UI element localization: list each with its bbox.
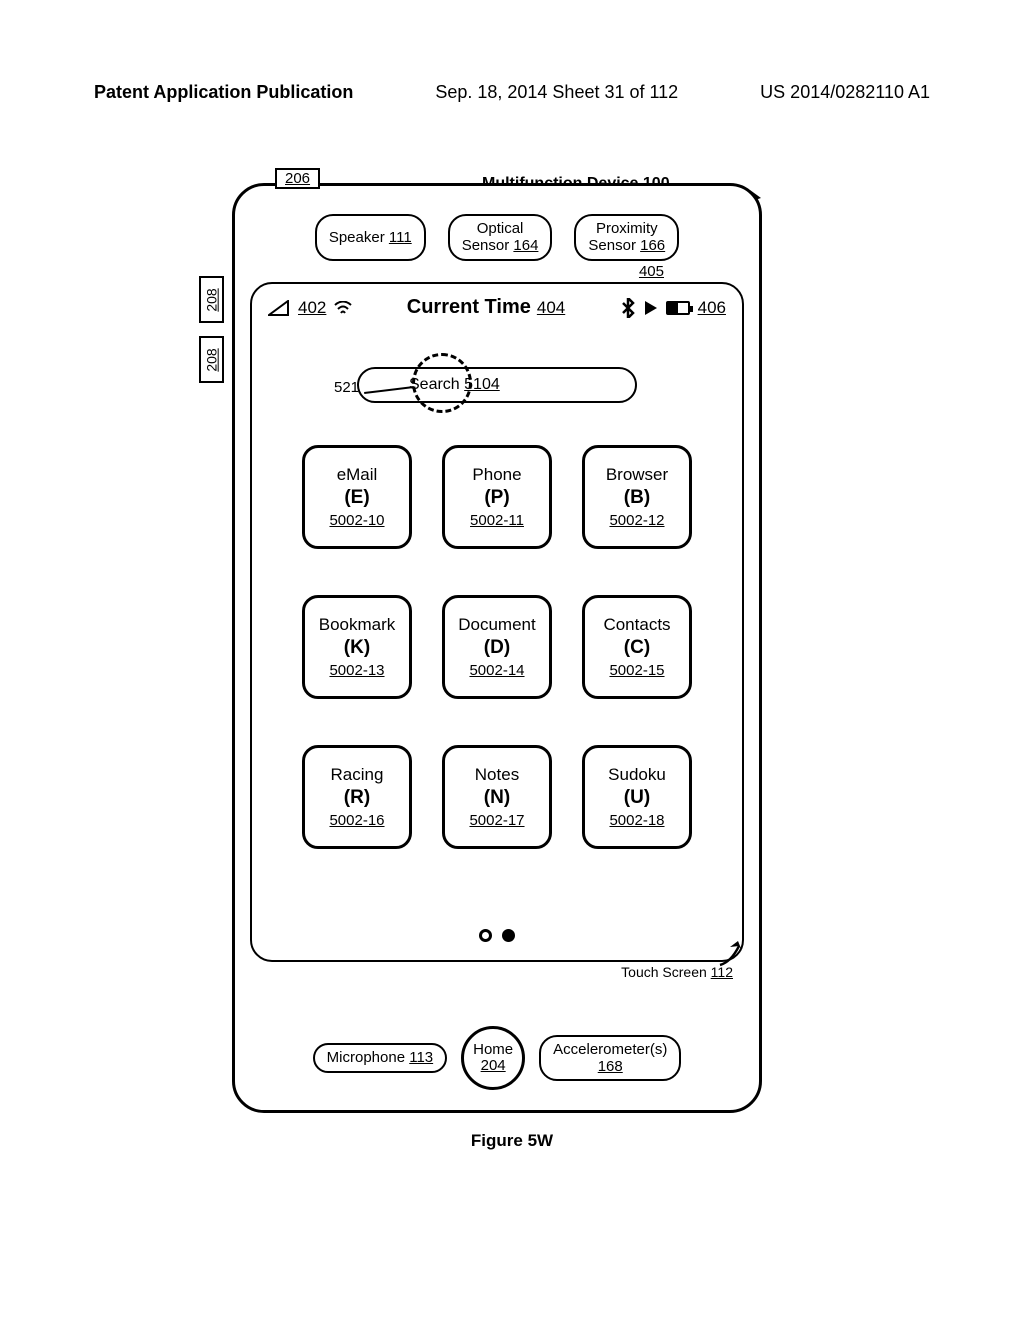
app-grid: eMail (E) 5002-10 Phone (P) 5002-11 Brow… (252, 445, 742, 849)
page-header: Patent Application Publication Sep. 18, … (0, 0, 1024, 103)
bottom-sensor-row: Microphone 113 Home 204 Accelerometer(s)… (235, 1026, 759, 1090)
home-button[interactable]: Home 204 (461, 1026, 525, 1090)
app-racing[interactable]: Racing (R) 5002-16 (302, 745, 412, 849)
play-icon (644, 300, 658, 316)
battery-icon (666, 301, 690, 315)
app-bookmark[interactable]: Bookmark (K) 5002-13 (302, 595, 412, 699)
speaker-pill: Speaker 111 (315, 214, 426, 261)
optical-sensor-pill: Optical Sensor 164 (448, 214, 553, 261)
search-row: 521 Search 5104 (252, 367, 742, 403)
app-notes[interactable]: Notes (N) 5002-17 (442, 745, 552, 849)
microphone-pill: Microphone 113 (313, 1043, 447, 1072)
status-bar: 402 Current Time 404 406 (252, 284, 742, 319)
ref-206: 206 (275, 168, 320, 189)
top-sensor-row: Speaker 111 Optical Sensor 164 Proximity… (235, 214, 759, 261)
touch-indicator-icon (412, 353, 472, 413)
figure-caption: Figure 5W (232, 1131, 792, 1151)
ref-405: 405 (639, 263, 664, 280)
app-sudoku[interactable]: Sudoku (U) 5002-18 (582, 745, 692, 849)
touch-pointer-label: 521 (334, 379, 359, 396)
wifi-icon (334, 301, 352, 315)
touch-screen-arrow-icon (717, 940, 745, 968)
app-browser[interactable]: Browser (B) 5002-12 (582, 445, 692, 549)
header-left: Patent Application Publication (94, 82, 353, 103)
page-dot-1[interactable] (479, 929, 492, 942)
ref-208-lower: 208 (199, 336, 224, 383)
app-document[interactable]: Document (D) 5002-14 (442, 595, 552, 699)
touch-screen[interactable]: 402 Current Time 404 406 521 (250, 282, 744, 962)
accelerometer-pill: Accelerometer(s) 168 (539, 1035, 681, 1082)
page-dot-2[interactable] (502, 929, 515, 942)
signal-icon (268, 300, 290, 316)
app-email[interactable]: eMail (E) 5002-10 (302, 445, 412, 549)
app-phone[interactable]: Phone (P) 5002-11 (442, 445, 552, 549)
figure: Multifunction Device 100 206 208 208 Spe… (232, 183, 792, 1151)
signal-ref: 402 (298, 298, 326, 318)
header-right: US 2014/0282110 A1 (760, 82, 930, 103)
page-indicator[interactable] (252, 929, 742, 942)
time-label: Current Time 404 (407, 296, 565, 319)
device-frame: 206 208 208 Speaker 111 Optical Sensor 1… (232, 183, 762, 1113)
ref-208-upper: 208 (199, 276, 224, 323)
app-contacts[interactable]: Contacts (C) 5002-15 (582, 595, 692, 699)
search-input[interactable]: Search 5104 (357, 367, 637, 403)
proximity-sensor-pill: Proximity Sensor 166 (574, 214, 679, 261)
battery-ref: 406 (698, 298, 726, 318)
bluetooth-icon (620, 298, 636, 318)
header-center: Sep. 18, 2014 Sheet 31 of 112 (435, 82, 678, 103)
